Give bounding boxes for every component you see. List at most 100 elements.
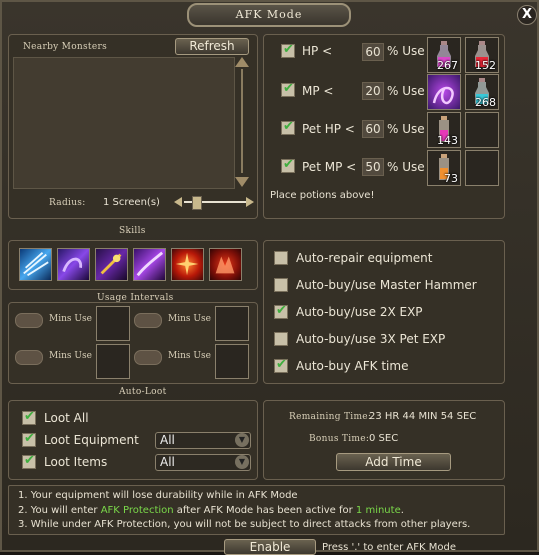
loot-items-select-value: All — [160, 455, 175, 469]
remaining-time-value: 23 HR 44 MIN 54 SEC — [369, 411, 477, 422]
slider-thumb[interactable] — [192, 196, 202, 210]
loot-equipment-checkbox[interactable] — [22, 431, 36, 447]
auto-afk-time-label: Auto-buy AFK time — [296, 359, 409, 373]
note-line-2-e: . — [400, 505, 404, 516]
interval-2-slot[interactable] — [215, 306, 249, 341]
monster-list-scrollbar[interactable] — [235, 57, 249, 187]
pet-mp-unit-label: % Use — [387, 160, 425, 174]
purple-dragon-skill-icon[interactable] — [57, 248, 90, 281]
radius-value: 1 Screen(s) — [103, 197, 160, 208]
mp-threshold-input[interactable]: 20 — [362, 82, 384, 100]
window-title: AFK Mode — [187, 3, 351, 27]
loot-items-checkbox[interactable] — [22, 453, 36, 469]
loot-items-label: Loot Items — [44, 455, 108, 469]
auto-afk-time-checkbox[interactable] — [274, 357, 288, 373]
radius-slider[interactable] — [174, 195, 254, 210]
monster-list[interactable] — [13, 57, 235, 189]
add-time-button[interactable]: Add Time — [336, 453, 451, 471]
one-minute-highlight: 1 minute — [355, 505, 401, 516]
potion-hint: Place potions above! — [270, 190, 375, 201]
title-bar: AFK Mode X — [2, 2, 537, 27]
scroll-down-icon[interactable] — [235, 177, 249, 187]
pet-mp-label: Pet MP < — [302, 160, 357, 174]
interval-4-toggle[interactable] — [134, 350, 162, 365]
afk-protection-highlight: AFK Protection — [100, 505, 174, 516]
remaining-time-label: Remaining Time: — [289, 412, 372, 422]
auto-2x-exp-checkbox[interactable] — [274, 303, 288, 319]
hp-checkbox[interactable] — [281, 42, 295, 58]
hp-threshold-input[interactable]: 60 — [362, 43, 384, 61]
auto-3x-pet-exp-checkbox[interactable] — [274, 332, 288, 346]
auto-loot-title: Auto-Loot — [119, 387, 167, 397]
mp-potion-slot-1[interactable] — [427, 74, 461, 110]
pet-mp-potion-slot-2[interactable] — [465, 150, 499, 186]
interval-3-toggle[interactable] — [15, 350, 43, 365]
auto-repair-label: Auto-repair equipment — [296, 251, 433, 265]
mp-unit-label: % Use — [387, 84, 425, 98]
auto-master-hammer-label: Auto-buy/use Master Hammer — [296, 278, 477, 292]
pet-mp-threshold-input[interactable]: 50 — [362, 158, 384, 176]
loot-equipment-select-value: All — [160, 433, 175, 447]
hp-label: HP < — [302, 44, 333, 58]
red-demon-skill-icon[interactable] — [209, 248, 242, 281]
afk-mode-window: AFK Mode X Nearby Monsters Refresh Radiu… — [0, 0, 539, 555]
hp-potion-slot-1[interactable]: 267 — [427, 37, 461, 73]
mp-potion-slot-2[interactable]: 268 — [465, 74, 499, 110]
pet-hp-slot-1-count: 143 — [437, 134, 458, 147]
interval-3-slot[interactable] — [96, 344, 130, 379]
interval-3-label: Mins Use — [49, 351, 92, 361]
scroll-track[interactable] — [241, 69, 243, 173]
enable-button[interactable]: Enable — [224, 539, 316, 555]
loot-all-checkbox[interactable] — [22, 409, 36, 425]
skills-title: Skills — [119, 226, 146, 236]
pet-mp-checkbox[interactable] — [281, 157, 295, 173]
loot-all-label: Loot All — [44, 411, 89, 425]
auto-master-hammer-checkbox[interactable] — [274, 278, 288, 292]
mp-label: MP < — [302, 84, 334, 98]
nearby-monsters-title: Nearby Monsters — [23, 42, 107, 52]
pet-hp-label: Pet HP < — [302, 122, 355, 136]
pet-mp-potion-slot-1[interactable]: 73 — [427, 150, 461, 186]
auto-repair-checkbox[interactable] — [274, 251, 288, 265]
nearby-monsters-panel: Nearby Monsters Refresh Radius: 1 Screen… — [8, 34, 258, 219]
mp-checkbox[interactable] — [281, 81, 295, 97]
hp-slot-1-count: 267 — [437, 59, 458, 72]
loot-items-select[interactable]: All ▼ — [155, 454, 251, 471]
interval-1-slot[interactable] — [96, 306, 130, 341]
interval-4-label: Mins Use — [168, 351, 211, 361]
gold-strike-skill-icon[interactable] — [95, 248, 128, 281]
pet-hp-potion-slot-1[interactable]: 143 — [427, 112, 461, 148]
bonus-time-value: 0 SEC — [369, 433, 399, 444]
bonus-time-label: Bonus Time: — [309, 434, 370, 444]
interval-4-slot[interactable] — [215, 344, 249, 379]
pet-hp-potion-slot-2[interactable] — [465, 112, 499, 148]
chevron-down-icon[interactable]: ▼ — [235, 455, 249, 469]
note-line-2-c: after AFK Mode has been active for — [173, 505, 356, 516]
close-button[interactable]: X — [517, 5, 537, 25]
loot-equipment-label: Loot Equipment — [44, 433, 139, 447]
pet-hp-threshold-input[interactable]: 60 — [362, 120, 384, 138]
hp-unit-label: % Use — [387, 44, 425, 58]
interval-2-toggle[interactable] — [134, 313, 162, 328]
fire-burst-skill-icon[interactable] — [171, 248, 204, 281]
hp-potion-slot-2[interactable]: 152 — [465, 37, 499, 73]
radius-label: Radius: — [49, 198, 86, 208]
ice-shard-skill-icon[interactable] — [19, 248, 52, 281]
scroll-up-icon[interactable] — [235, 57, 249, 67]
chevron-down-icon[interactable]: ▼ — [235, 433, 249, 447]
interval-1-toggle[interactable] — [15, 313, 43, 328]
mp-slot-2-count: 268 — [475, 96, 496, 109]
auto-3x-pet-exp-label: Auto-buy/use 3X Pet EXP — [296, 332, 446, 346]
loot-equipment-select[interactable]: All ▼ — [155, 432, 251, 449]
pet-hp-unit-label: % Use — [387, 122, 425, 136]
hp-slot-2-count: 152 — [475, 59, 496, 72]
slider-left-arrow-icon[interactable] — [174, 197, 182, 207]
pet-mp-slot-1-count: 73 — [444, 172, 458, 185]
slider-right-arrow-icon[interactable] — [246, 197, 254, 207]
pet-hp-checkbox[interactable] — [281, 119, 295, 135]
auto-2x-exp-label: Auto-buy/use 2X EXP — [296, 305, 423, 319]
violet-arc-skill-icon[interactable] — [133, 248, 166, 281]
purple-swirl-icon — [432, 86, 454, 105]
refresh-button[interactable]: Refresh — [175, 38, 249, 55]
note-line-3: 3. While under AFK Protection, you will … — [18, 519, 471, 530]
